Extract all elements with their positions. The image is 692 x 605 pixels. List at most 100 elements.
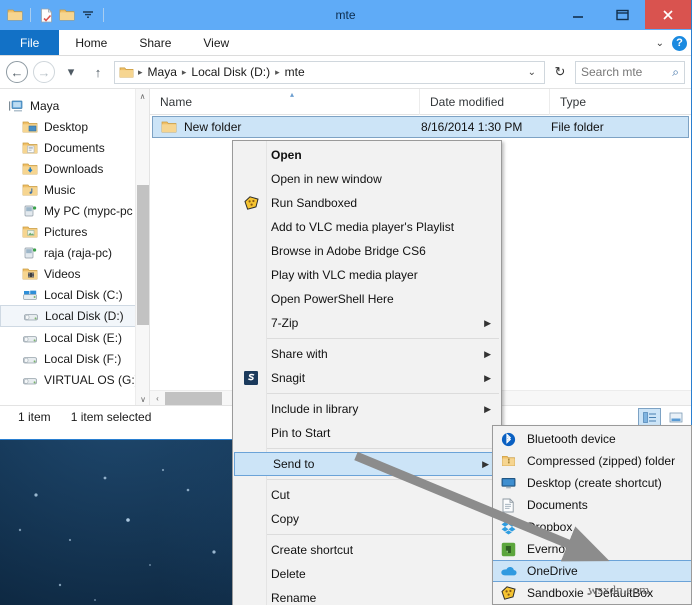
address-dropdown-icon[interactable]: ⌄	[524, 67, 540, 78]
breadcrumb-separator-2[interactable]: ▸	[273, 67, 282, 78]
refresh-button[interactable]: ↻	[550, 64, 570, 80]
context-menu-item-delete[interactable]: Delete	[233, 562, 501, 586]
context-menu-item-pin-to-start[interactable]: Pin to Start	[233, 421, 501, 445]
details-view-button[interactable]	[638, 407, 661, 427]
sidebar-item-downloads[interactable]: Downloads	[0, 158, 149, 179]
sidebar-item-pictures[interactable]: Pictures	[0, 221, 149, 242]
context-menu-item-cut[interactable]: Cut	[233, 483, 501, 507]
context-menu-item-open-in-new-window[interactable]: Open in new window	[233, 167, 501, 191]
breadcrumb-maya[interactable]: Maya	[145, 65, 180, 79]
table-row[interactable]: New folder 8/16/2014 1:30 PM File folder	[152, 116, 689, 138]
breadcrumb-separator-1[interactable]: ▸	[180, 67, 189, 78]
context-menu-item-include-in-library[interactable]: Include in library ▶	[233, 397, 501, 421]
up-button[interactable]: ↑	[87, 61, 109, 83]
context-menu-item-label: Share with	[271, 347, 328, 361]
submenu-item-bluetooth-device[interactable]: Bluetooth device	[493, 428, 691, 450]
column-header-date-modified[interactable]: Date modified	[420, 89, 550, 115]
network-pc-icon	[22, 246, 38, 260]
ribbon-right-controls: ⌄ ?	[656, 30, 687, 56]
context-menu-item-label: Pin to Start	[271, 426, 331, 440]
context-menu-item-rename[interactable]: Rename	[233, 586, 501, 605]
context-menu-item-browse-in-adobe-bridge[interactable]: Browse in Adobe Bridge CS6	[233, 239, 501, 263]
tab-view[interactable]: View	[187, 30, 245, 55]
new-folder-icon[interactable]	[58, 6, 76, 24]
column-header-name[interactable]: Name	[150, 89, 420, 115]
submenu-item-dropbox[interactable]: Dropbox	[493, 516, 691, 538]
sidebar-item-desktop[interactable]: Desktop	[0, 116, 149, 137]
large-icons-view-button[interactable]	[664, 408, 687, 427]
minimize-button[interactable]	[555, 0, 600, 29]
window-controls	[555, 0, 691, 30]
recent-locations-button[interactable]: ▾	[60, 61, 82, 83]
chevron-down-icon[interactable]	[79, 6, 97, 24]
tab-share[interactable]: Share	[123, 30, 187, 55]
network-pc-icon	[22, 204, 38, 218]
sidebar-item-virtual-os-g[interactable]: VIRTUAL OS (G:)	[0, 369, 149, 390]
search-icon[interactable]: ⌕	[672, 65, 679, 80]
submenu-item-evernote[interactable]: Evernote	[493, 538, 691, 560]
context-menu-item-add-to-vlc-playlist[interactable]: Add to VLC media player's Playlist	[233, 215, 501, 239]
column-header-type[interactable]: Type	[550, 89, 691, 115]
search-placeholder: Search mte	[581, 65, 643, 79]
title-bar[interactable]: mte	[0, 0, 691, 30]
submenu-item-compressed-zipped-folder[interactable]: Compressed (zipped) folder	[493, 450, 691, 472]
downloads-folder-icon	[22, 162, 38, 176]
sidebar-item-my-pc[interactable]: My PC (mypc-pc	[0, 200, 149, 221]
breadcrumb-separator-0[interactable]: ▸	[136, 67, 145, 78]
submenu-item-label: Evernote	[527, 542, 576, 556]
send-to-submenu: Bluetooth device Compressed (zipped) fol…	[492, 425, 692, 605]
sidebar-item-music[interactable]: Music	[0, 179, 149, 200]
context-menu-item-label: Browse in Adobe Bridge CS6	[271, 244, 426, 258]
sidebar-item-local-disk-c[interactable]: Local Disk (C:)	[0, 284, 149, 305]
context-menu-item-copy[interactable]: Copy	[233, 507, 501, 531]
context-menu-item-open-powershell-here[interactable]: Open PowerShell Here	[233, 287, 501, 311]
properties-icon[interactable]	[37, 6, 55, 24]
address-bar-row: ← → ▾ ↑ ▸ Maya ▸ Local Disk (D:) ▸ mte ⌄…	[0, 56, 691, 88]
breadcrumb-mte[interactable]: mte	[282, 65, 308, 79]
breadcrumb-local-disk-d[interactable]: Local Disk (D:)	[188, 65, 273, 79]
context-menu-item-send-to[interactable]: Send to ▶	[234, 452, 500, 476]
context-menu-item-open[interactable]: Open	[233, 143, 501, 167]
tab-home[interactable]: Home	[59, 30, 123, 55]
context-menu-item-label: Cut	[271, 488, 290, 502]
submenu-item-documents[interactable]: Documents	[493, 494, 691, 516]
context-menu-item-label: Create shortcut	[271, 543, 354, 557]
hscrollbar-thumb[interactable]	[165, 391, 222, 405]
context-menu-item-run-sandboxed[interactable]: Run Sandboxed	[233, 191, 501, 215]
folder-icon[interactable]	[6, 6, 24, 24]
context-menu-item-create-shortcut[interactable]: Create shortcut	[233, 538, 501, 562]
menu-icon-placeholder	[235, 539, 267, 561]
forward-button[interactable]: →	[33, 61, 55, 83]
scroll-up-arrow-icon[interactable]: ∧	[136, 89, 149, 103]
file-name-cell[interactable]: New folder	[153, 117, 421, 137]
sidebar-item-maya[interactable]: Maya	[0, 95, 149, 116]
sidebar-item-videos[interactable]: Videos	[0, 263, 149, 284]
sidebar-item-documents[interactable]: Documents	[0, 137, 149, 158]
context-menu-item-play-with-vlc[interactable]: Play with VLC media player	[233, 263, 501, 287]
sidebar-item-label: Local Disk (E:)	[44, 330, 123, 345]
scroll-left-arrow-icon[interactable]: ‹	[150, 394, 165, 403]
tab-file[interactable]: File	[0, 30, 60, 55]
navigation-pane-scrollbar[interactable]: ∧ ∨	[135, 89, 149, 405]
submenu-item-desktop-create-shortcut[interactable]: Desktop (create shortcut)	[493, 472, 691, 494]
close-button[interactable]	[645, 0, 691, 29]
maximize-button[interactable]	[600, 0, 645, 29]
scrollbar-thumb[interactable]	[137, 185, 149, 325]
context-menu-item-7-zip[interactable]: 7-Zip ▶	[233, 311, 501, 335]
scroll-down-arrow-icon[interactable]: ∨	[136, 392, 149, 405]
context-menu-item-share-with[interactable]: Share with ▶	[233, 342, 501, 366]
help-icon[interactable]: ?	[672, 35, 687, 51]
chevron-down-icon[interactable]: ⌄	[656, 38, 664, 49]
context-menu-item-snagit[interactable]: Snagit ▶	[233, 366, 501, 390]
sidebar-item-raja[interactable]: raja (raja-pc)	[0, 242, 149, 263]
back-button[interactable]: ←	[6, 61, 28, 83]
submenu-item-onedrive[interactable]: OneDrive	[493, 560, 691, 582]
menu-icon-placeholder	[235, 563, 267, 585]
context-menu-item-label: Run Sandboxed	[271, 196, 358, 210]
menu-icon-placeholder	[235, 168, 267, 190]
sidebar-item-local-disk-e[interactable]: Local Disk (E:)	[0, 327, 149, 348]
sidebar-item-local-disk-f[interactable]: Local Disk (F:)	[0, 348, 149, 369]
search-input[interactable]: Search mte ⌕	[575, 60, 685, 84]
sidebar-item-local-disk-d[interactable]: Local Disk (D:)	[0, 305, 139, 327]
address-input[interactable]: ▸ Maya ▸ Local Disk (D:) ▸ mte ⌄	[114, 60, 545, 84]
